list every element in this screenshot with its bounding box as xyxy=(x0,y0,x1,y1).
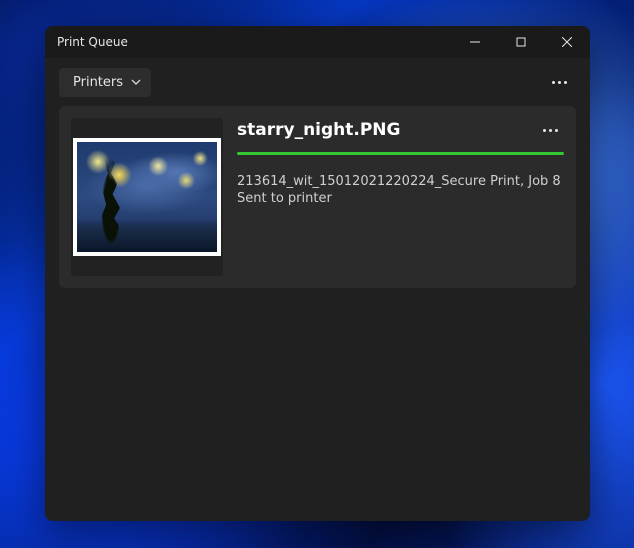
job-thumbnail xyxy=(73,138,221,256)
print-job-card[interactable]: starry_night.PNG 213614_wit_150120212202… xyxy=(59,106,576,288)
toolbar-more-button[interactable] xyxy=(542,66,576,98)
toolbar: Printers xyxy=(45,58,590,106)
close-button[interactable] xyxy=(544,26,590,58)
window-controls xyxy=(452,26,590,58)
more-horizontal-icon xyxy=(552,81,567,84)
job-progress-bar xyxy=(237,152,564,155)
printers-dropdown-label: Printers xyxy=(73,75,123,90)
window-title: Print Queue xyxy=(57,35,128,49)
print-queue-window: Print Queue Printers xyxy=(45,26,590,521)
more-horizontal-icon xyxy=(543,129,558,132)
job-meta: 213614_wit_15012021220224_Secure Print, … xyxy=(237,173,564,191)
minimize-button[interactable] xyxy=(452,26,498,58)
maximize-button[interactable] xyxy=(498,26,544,58)
job-more-button[interactable] xyxy=(534,116,566,144)
titlebar: Print Queue xyxy=(45,26,590,58)
job-thumbnail-frame xyxy=(71,118,223,276)
printers-dropdown[interactable]: Printers xyxy=(59,68,151,97)
job-info: starry_night.PNG 213614_wit_150120212202… xyxy=(237,118,564,276)
job-status: Sent to printer xyxy=(237,191,564,206)
chevron-down-icon xyxy=(131,77,141,87)
job-list: starry_night.PNG 213614_wit_150120212202… xyxy=(45,106,590,521)
job-filename: starry_night.PNG xyxy=(237,120,564,140)
